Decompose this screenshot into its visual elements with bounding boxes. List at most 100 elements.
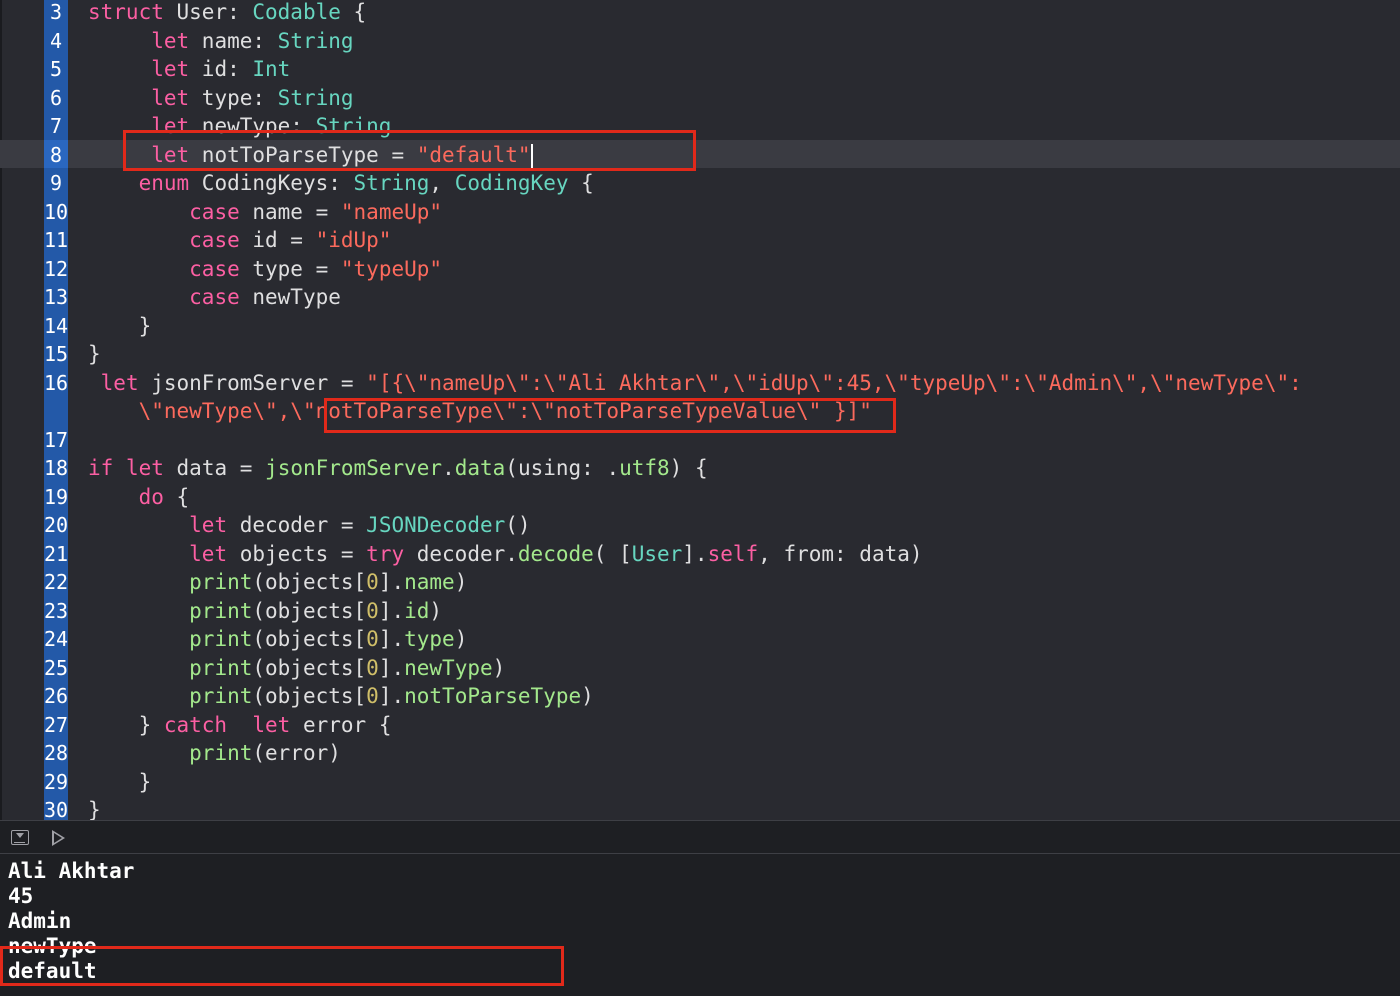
line-number: 6 [49,85,63,110]
code-line[interactable]: enum CodingKeys: String, CodingKey { [88,169,594,197]
code-token: ) [454,570,468,594]
code-line[interactable]: print(objects[0].type) [88,625,467,653]
code-line[interactable]: case type = "typeUp" [88,255,442,283]
code-token: jsonFromServer = [138,370,367,395]
code-line[interactable]: print(objects[0].newType) [88,654,505,682]
line-number: 19 [44,484,69,509]
code-line[interactable]: print(objects[0].name) [88,568,467,596]
code-token: utf8 [619,456,670,480]
code-line[interactable]: struct User: Codable { [88,0,366,26]
code-token: struct [88,0,177,24]
code-token: } [88,342,101,366]
code-token: 0 [366,655,379,680]
code-token: newType [404,655,493,680]
line-number: 23 [44,598,69,623]
code-token: ]. [378,655,405,680]
code-token: ]. [378,627,405,651]
code-token: decode [517,541,594,566]
code-token: notToParseType [404,684,582,708]
line-number: 28 [44,741,69,765]
line-number: 22 [44,570,69,594]
console-output[interactable]: Ali Akhtar 45 Admin newType default [0,854,1400,996]
code-token: ) [581,684,594,708]
console-line: Admin [8,909,72,933]
code-line[interactable]: case id = "idUp" [88,226,391,254]
code-line[interactable]: do { [88,483,190,511]
code-token: print [189,741,253,765]
code-token: ]. [378,570,405,594]
console-line: Ali Akhtar [8,859,135,883]
code-line[interactable]: if let data = jsonFromServer.data(using:… [88,454,708,482]
line-number: 25 [44,655,69,680]
highlight-box-console-default [0,946,564,986]
line-number: 14 [44,313,69,338]
line-number: 4 [49,28,63,53]
code-token: Codable [252,0,341,24]
code-line[interactable]: let jsonFromServer = "[{\"nameUp\":\"Ali… [88,369,1302,397]
code-token: name [404,570,455,594]
code-editor[interactable]: struct User: Codable { let name: String … [0,0,1400,820]
code-token: jsonFromServer [265,456,443,480]
code-token: let [151,28,190,53]
code-token: String [277,85,354,110]
code-token: User: [176,0,253,24]
code-token: ]. [378,684,405,708]
code-token: } [88,712,164,737]
code-token: type [404,627,455,651]
line-number: 21 [44,541,69,566]
code-token: decoder. [404,541,518,566]
line-number: 7 [49,114,63,138]
code-line[interactable]: } catch let error { [88,711,392,739]
code-line[interactable]: case newType [88,283,341,311]
code-token: String [277,28,354,53]
highlight-box-json-field [324,398,896,433]
code-token: let [151,57,190,81]
code-token: ]. [378,598,405,623]
code-line[interactable]: } [88,340,101,368]
code-line[interactable]: print(error) [88,739,341,767]
code-token: decoder = [227,513,367,537]
code-line[interactable]: let name: String [88,27,354,55]
code-line[interactable]: let type: String [88,84,354,112]
code-token: enum [138,171,190,195]
code-token: print [189,684,253,708]
line-number: 27 [44,712,69,737]
code-line[interactable]: case name = "nameUp" [88,198,442,226]
code-token: data = [163,456,266,480]
line-number: 20 [44,513,69,537]
code-line[interactable]: } [88,312,152,340]
code-line[interactable]: } [88,796,101,820]
hide-debug-area-icon[interactable] [11,830,29,845]
code-token: name: [189,28,278,53]
code-token: } [88,769,152,794]
code-token: case [189,199,240,224]
line-number: 26 [44,684,69,708]
code-token: (objects[ [252,627,367,651]
code-line[interactable]: let id: Int [88,55,290,83]
code-line[interactable]: } [88,768,152,796]
line-number: 17 [44,427,69,452]
code-token: { [568,171,594,195]
code-token: type: [189,85,278,110]
code-token: data [454,456,506,480]
play-icon[interactable] [52,830,65,846]
code-line[interactable]: let objects = try decoder.decode( [User]… [88,540,922,568]
code-token: (objects[ [252,570,367,594]
code-line[interactable]: let decoder = JSONDecoder() [88,511,530,539]
code-line[interactable]: print(objects[0].notToParseType) [88,682,594,710]
code-token: let [100,370,139,395]
code-line[interactable]: print(objects[0].id) [88,597,442,625]
code-token: let [189,513,228,537]
code-token: ) [429,598,443,623]
